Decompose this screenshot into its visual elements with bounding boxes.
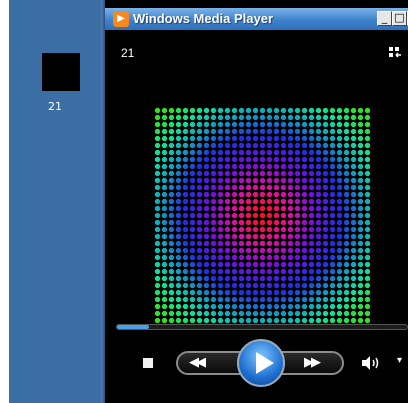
media-player-app-icon: ▶ <box>113 11 129 27</box>
switch-library-icon[interactable] <box>388 46 402 60</box>
visualization-display[interactable] <box>154 107 370 323</box>
play-button[interactable] <box>237 339 285 387</box>
media-player-window: ▶ Windows Media Player _ □ × 21 ◀◀ ▶▶ ▾ <box>101 0 408 403</box>
previous-button[interactable]: ◀◀ <box>189 355 206 370</box>
desktop-file-icon[interactable] <box>42 53 80 91</box>
window-title: Windows Media Player <box>133 11 274 26</box>
window-border <box>101 0 105 403</box>
volume-icon[interactable] <box>361 355 381 371</box>
minimize-button[interactable]: _ <box>377 11 392 26</box>
maximize-button[interactable]: □ <box>392 11 407 26</box>
chevron-down-icon[interactable]: ▾ <box>397 355 402 366</box>
seek-bar[interactable] <box>116 324 408 330</box>
title-bar[interactable]: ▶ Windows Media Player _ □ × <box>105 8 408 30</box>
play-icon <box>256 352 274 374</box>
seek-bar-progress <box>117 325 149 329</box>
desktop-background: 21 <box>9 0 101 403</box>
next-button[interactable]: ▶▶ <box>304 355 321 370</box>
now-playing-title: 21 <box>121 46 135 60</box>
stop-button[interactable] <box>143 358 153 368</box>
desktop-icon-label[interactable]: 21 <box>9 100 101 113</box>
